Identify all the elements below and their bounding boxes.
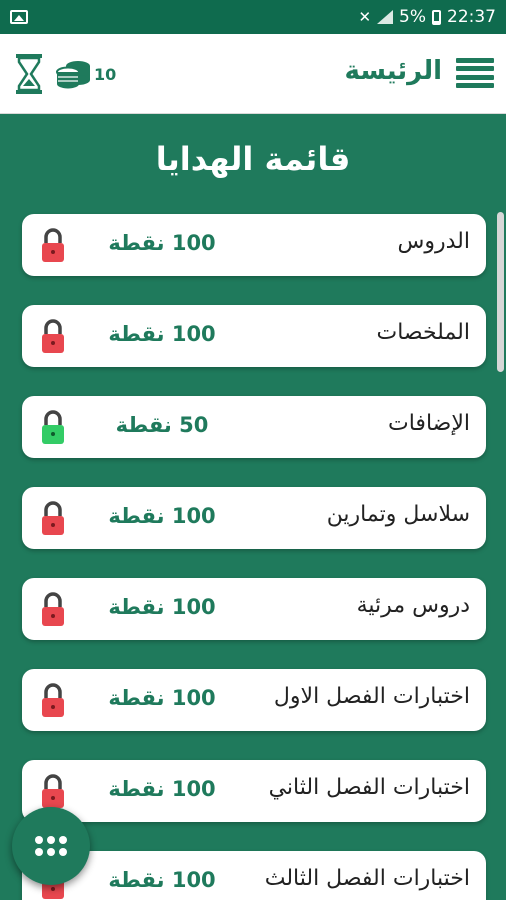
battery-icon (432, 9, 441, 25)
lock-locked-icon (42, 501, 64, 535)
status-bar: ✕ 5% 22:37 (0, 0, 506, 34)
gift-points: 100 نقطة (108, 686, 216, 710)
gift-item-lessons[interactable]: الدروس 100 نقطة (22, 214, 486, 276)
clock: 22:37 (447, 7, 496, 27)
gift-item-summaries[interactable]: الملخصات 100 نقطة (22, 305, 486, 367)
gift-item-term2-tests[interactable]: اختبارات الفصل الثاني 100 نقطة (22, 760, 486, 822)
apps-fab-button[interactable] (12, 807, 90, 885)
gift-item-term1-tests[interactable]: اختبارات الفصل الاول 100 نقطة (22, 669, 486, 731)
lock-locked-icon (42, 683, 64, 717)
coins-icon (56, 61, 90, 89)
gift-label: اختبارات الفصل الاول (273, 684, 470, 709)
lock-locked-icon (42, 319, 64, 353)
gift-points: 100 نقطة (108, 322, 216, 346)
gift-points: 50 نقطة (115, 413, 209, 437)
gift-label: اختبارات الفصل الثالث (264, 866, 470, 891)
gift-points: 100 نقطة (108, 777, 216, 801)
gift-item-exercises[interactable]: سلاسل وتمارين 100 نقطة (22, 487, 486, 549)
gift-item-videos[interactable]: دروس مرئية 100 نقطة (22, 578, 486, 640)
gift-points: 100 نقطة (108, 231, 216, 255)
gift-points: 100 نقطة (108, 504, 216, 528)
gift-item-additions[interactable]: الإضافات 50 نقطة (22, 396, 486, 458)
app-bar: 10 الرئيسة (0, 34, 506, 114)
lock-locked-icon (42, 774, 64, 808)
gift-label: سلاسل وتمارين (326, 502, 470, 527)
gallery-icon (10, 10, 28, 24)
status-icons: ✕ 5% 22:37 (358, 7, 496, 27)
gifts-heading: قائمة الهدايا (155, 140, 351, 178)
gift-points: 100 نقطة (108, 868, 216, 892)
page-title: الرئيسة (344, 56, 442, 86)
scrollbar[interactable] (497, 212, 504, 372)
coins-count: 10 (94, 65, 117, 84)
gift-points: 100 نقطة (108, 595, 216, 619)
gift-label: دروس مرئية (356, 593, 470, 618)
apps-grid-icon (35, 836, 67, 856)
gift-label: الملخصات (376, 320, 470, 345)
gift-label: الإضافات (388, 411, 470, 436)
menu-icon[interactable] (456, 58, 494, 88)
gift-item-term3-tests[interactable]: اختبارات الفصل الثالث 100 نقطة (22, 851, 486, 900)
lock-unlocked-icon (42, 410, 64, 444)
gift-label: الدروس (397, 229, 470, 254)
signal-icon (377, 10, 394, 24)
lock-locked-icon (42, 228, 64, 262)
mute-icon: ✕ (358, 8, 372, 26)
hourglass-icon[interactable] (16, 54, 42, 94)
gift-label: اختبارات الفصل الثاني (268, 775, 470, 800)
battery-percent: 5% (399, 7, 426, 27)
lock-locked-icon (42, 592, 64, 626)
